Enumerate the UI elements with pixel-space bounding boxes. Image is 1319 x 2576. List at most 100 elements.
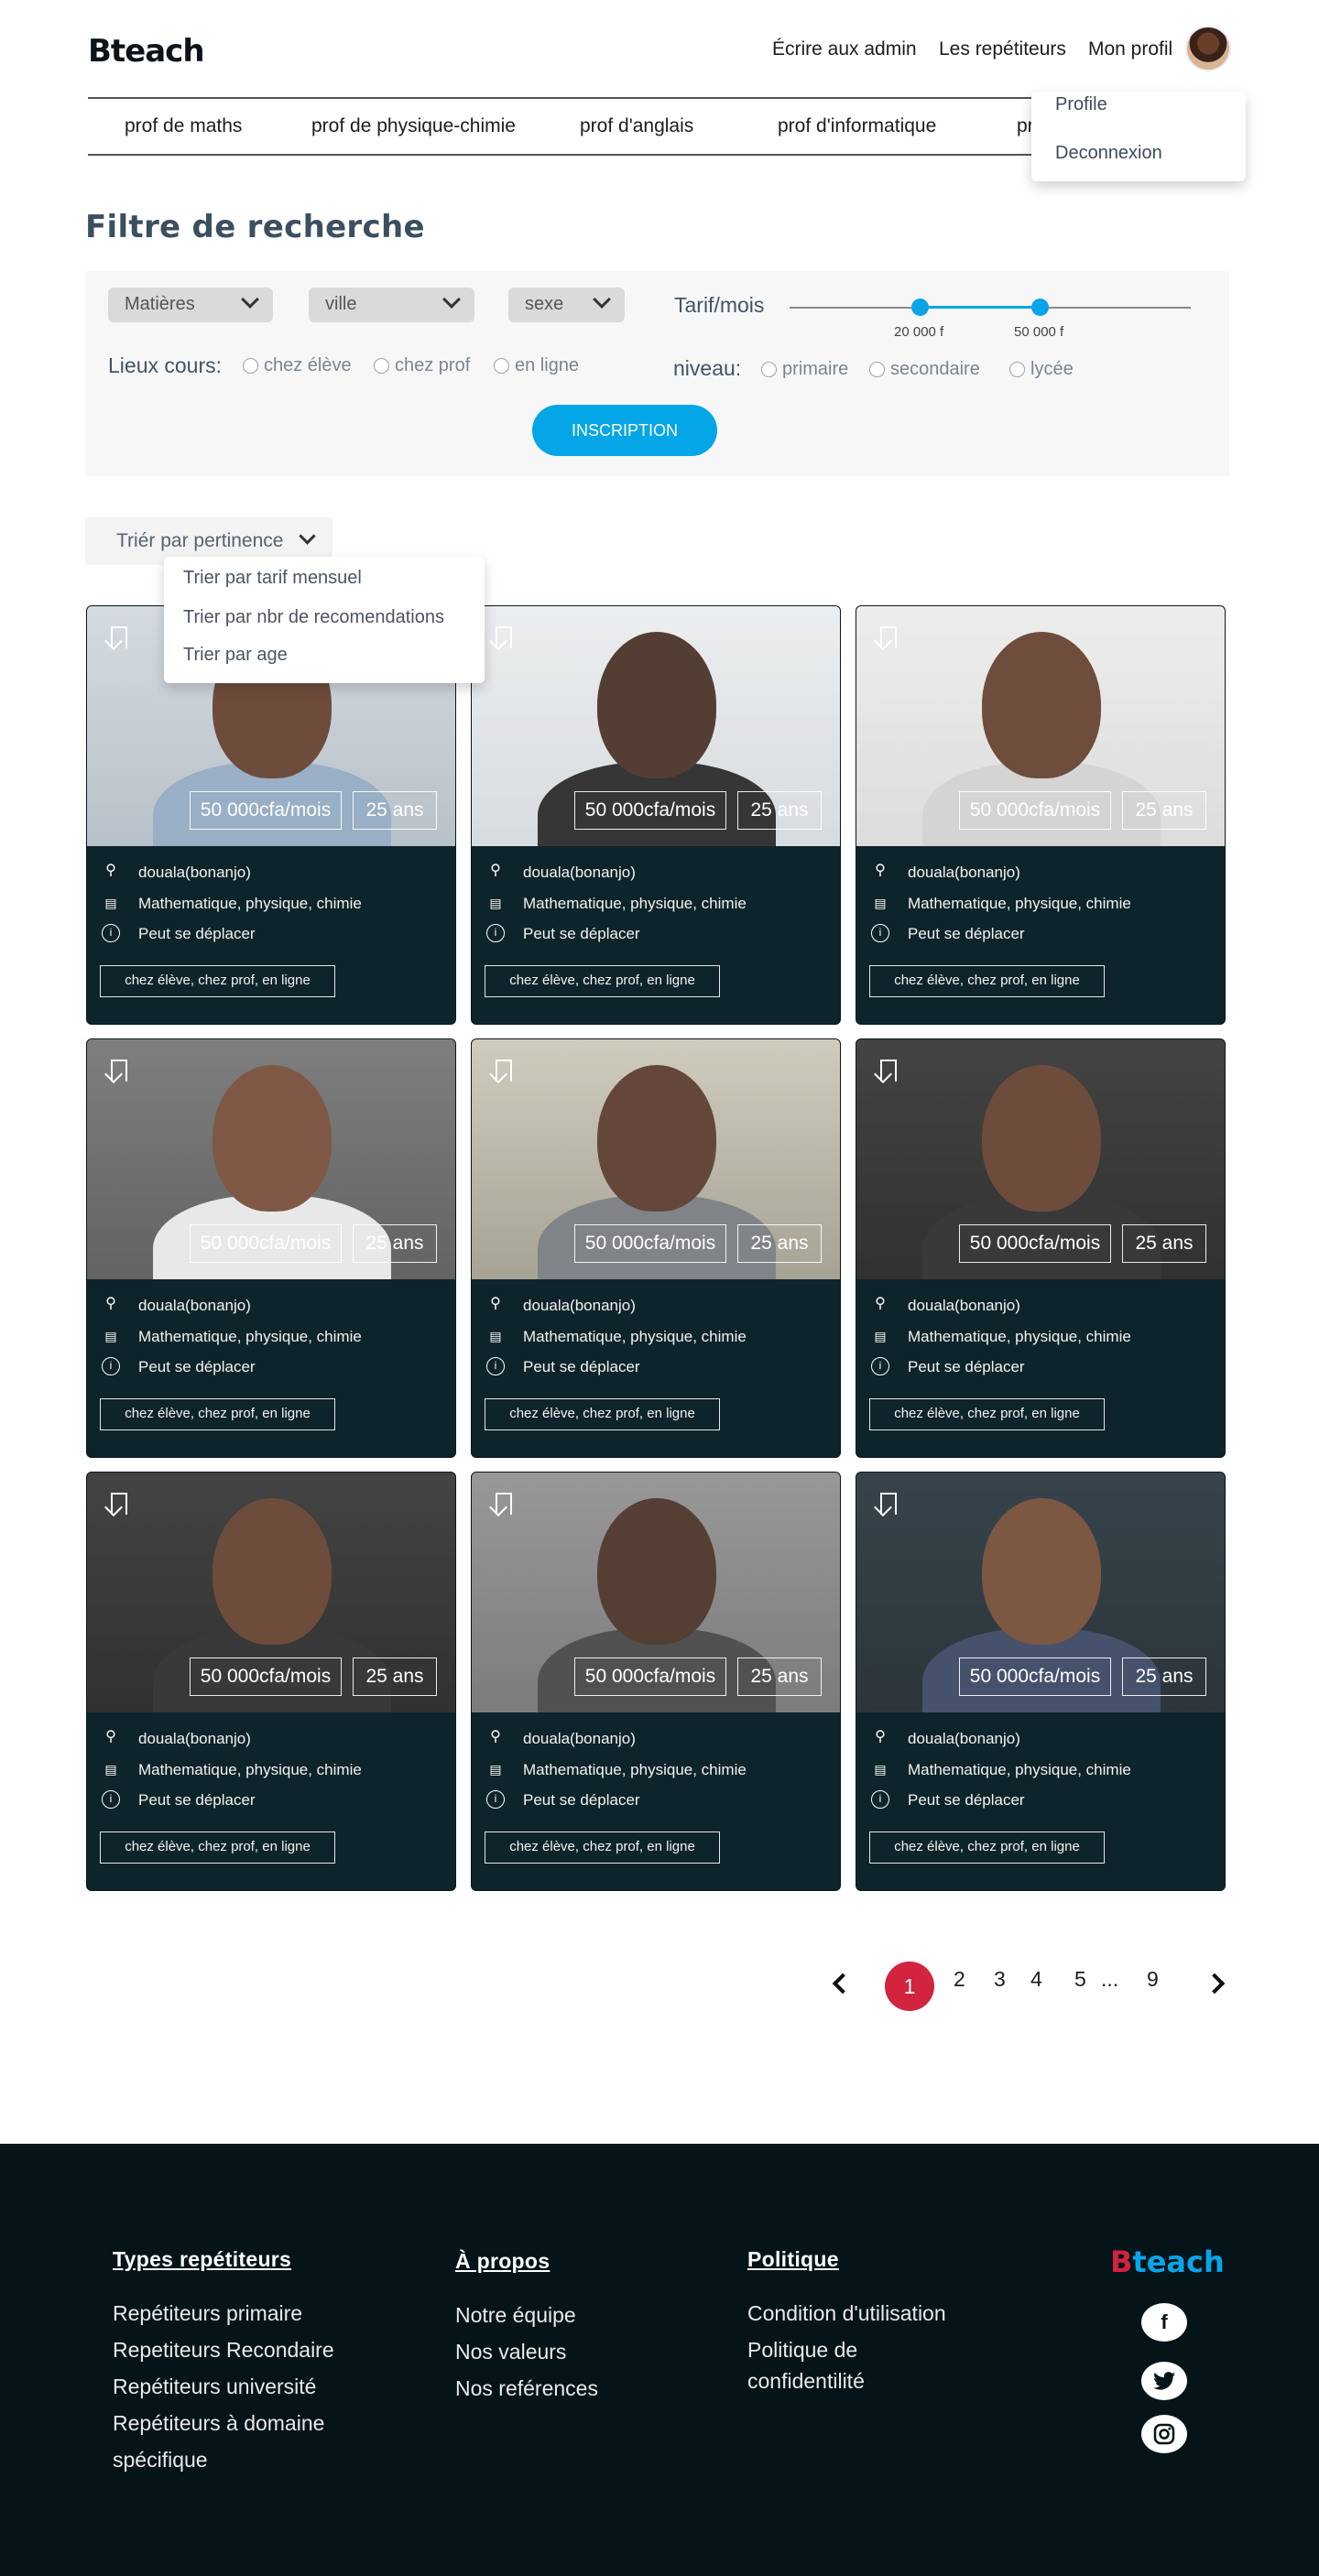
info-icon: i [102,1790,120,1809]
sort-menu: Trier par tarif mensuel Trier par nbr de… [164,557,485,683]
sort-option-tarif[interactable]: Trier par tarif mensuel [183,568,362,589]
bookmark-icon[interactable] [880,1493,897,1515]
tutor-mobility: Peut se déplacer [523,925,640,942]
sort-option-age[interactable]: Trier par age [183,645,288,666]
footer-link[interactable]: spécifique [113,2441,208,2478]
tutor-locations-badge[interactable]: chez élève, chez prof, en ligne [869,1831,1105,1864]
bookmark-icon[interactable] [496,1493,512,1515]
bookmark-icon[interactable] [496,1060,512,1081]
footer-link[interactable]: Condition d'utilisation [747,2295,946,2331]
menu-logout[interactable]: Deconnexion [1055,143,1162,164]
chevron-down-icon [593,290,611,309]
bookmark-icon[interactable] [880,626,897,648]
age-tag: 25 ans [353,791,437,830]
radio-secondaire[interactable]: secondaire [869,359,980,380]
age-tag: 25 ans [737,1658,822,1696]
nav-my-profile[interactable]: Mon profil [1088,38,1172,60]
page-5[interactable]: 5 [1074,1967,1086,1992]
footer-link[interactable]: Repetiteurs Recondaire [113,2331,334,2368]
info-icon: i [486,924,505,942]
tutor-locations-badge[interactable]: chez élève, chez prof, en ligne [100,1831,335,1864]
footer-link[interactable]: Repétiteurs à domaine [113,2405,324,2441]
radio-en-ligne[interactable]: en ligne [494,355,579,376]
page-3[interactable]: 3 [994,1967,1006,1992]
city-select[interactable]: ville [309,288,474,322]
page-2[interactable]: 2 [954,1967,965,1992]
sort-option-recommendations[interactable]: Trier par nbr de recomendations [183,607,444,628]
tutor-card[interactable]: 50 000cfa/mois 25 ans ⚲ douala(bonanjo) ▤ Mat… [856,1472,1226,1891]
tarif-min-value: 20 000 f [894,324,944,340]
bookmark-icon[interactable] [496,626,512,648]
footer-link[interactable]: Nos valeurs [455,2333,566,2370]
tutor-card[interactable]: 50 000cfa/mois 25 ans ⚲ douala(bonanjo) ▤ Mat… [856,605,1226,1025]
tutor-locations-badge[interactable]: chez élève, chez prof, en ligne [100,1398,335,1430]
info-icon: i [486,1790,505,1809]
avatar[interactable] [1185,26,1231,71]
tutor-locations-badge[interactable]: chez élève, chez prof, en ligne [485,965,720,997]
menu-profile[interactable]: Profile [1055,94,1107,115]
footer-link[interactable]: Notre équipe [455,2297,576,2333]
bookmark-icon[interactable] [111,1060,127,1081]
radio-lycee[interactable]: lycée [1009,359,1074,380]
location-pin-icon: ⚲ [490,1729,501,1745]
certificate-icon: ▤ [489,896,502,910]
logo[interactable]: Bteach [88,33,205,70]
bookmark-icon[interactable] [111,1493,127,1515]
price-tag: 50 000cfa/mois [959,1658,1111,1696]
bookmark-icon[interactable] [880,1060,897,1081]
gender-select[interactable]: sexe [508,288,625,322]
radio-primaire[interactable]: primaire [761,359,848,380]
tutor-subjects: Mathematique, physique, chimie [523,1328,747,1345]
tutor-card[interactable]: 50 000cfa/mois 25 ans ⚲ douala(bonanjo) ▤ Mat… [856,1038,1226,1458]
tutor-locations-badge[interactable]: chez élève, chez prof, en ligne [869,1398,1105,1430]
category-informatique[interactable]: prof d'informatique [778,115,936,137]
tutor-mobility: Peut se déplacer [523,1358,640,1375]
footer-link[interactable]: Nos reférences [455,2370,598,2407]
twitter-icon[interactable] [1141,2362,1187,2400]
bookmark-icon[interactable] [111,626,127,648]
radio-label: primaire [782,359,849,379]
tutor-locations-badge[interactable]: chez élève, chez prof, en ligne [869,965,1105,997]
radio-chez-prof[interactable]: chez prof [374,355,470,376]
tarif-slider-range [919,306,1040,309]
radio-label: chez prof [395,355,471,375]
nav-write-admin[interactable]: Écrire aux admin [772,38,917,60]
certificate-icon: ▤ [104,1762,117,1777]
footer-logo[interactable]: Bteach [1110,2244,1225,2279]
prev-page-icon[interactable] [832,1973,854,1994]
niveau-label: niveau: [673,356,742,380]
category-maths[interactable]: prof de maths [125,115,242,137]
category-anglais[interactable]: prof d'anglais [580,115,693,137]
page-4[interactable]: 4 [1030,1967,1042,1992]
footer-link[interactable]: Repétiteurs université [113,2368,316,2405]
tutor-locations-badge[interactable]: chez élève, chez prof, en ligne [485,1398,720,1430]
next-page-icon[interactable] [1204,1973,1226,1994]
nav-tutors[interactable]: Les repétiteurs [939,38,1066,60]
tutor-locations-badge[interactable]: chez élève, chez prof, en ligne [485,1831,720,1864]
subject-select[interactable]: Matières [108,288,273,322]
certificate-icon: ▤ [874,1762,887,1777]
facebook-icon[interactable]: f [1141,2303,1187,2342]
radio-chez-eleve[interactable]: chez élève [243,355,352,376]
category-physique-chimie[interactable]: prof de physique-chimie [311,115,516,137]
age-tag: 25 ans [353,1224,437,1263]
tutor-card[interactable]: 50 000cfa/mois 25 ans ⚲ douala(bonanjo) ▤ Mat… [471,605,841,1025]
tutor-card[interactable]: 50 000cfa/mois 25 ans ⚲ douala(bonanjo) ▤ Mat… [471,1472,841,1891]
tutor-card[interactable]: 50 000cfa/mois 25 ans ⚲ douala(bonanjo) ▤ Mat… [86,1038,456,1458]
footer-about-title: À propos [455,2249,550,2273]
tutor-city: douala(bonanjo) [138,1297,251,1314]
tutor-locations-badge[interactable]: chez élève, chez prof, en ligne [100,965,335,997]
page-1[interactable]: 1 [885,1962,934,2011]
tutor-card[interactable]: 50 000cfa/mois 25 ans ⚲ douala(bonanjo) ▤ Mat… [471,1038,841,1458]
instagram-icon[interactable] [1141,2415,1187,2453]
tutor-card[interactable]: 50 000cfa/mois 25 ans ⚲ douala(bonanjo) ▤ Mat… [86,1472,456,1891]
tarif-slider-max-handle[interactable] [1031,299,1049,316]
tutor-city: douala(bonanjo) [523,1297,636,1314]
footer-link[interactable]: confidentilité [747,2363,865,2399]
page-9[interactable]: 9 [1147,1967,1159,1992]
price-tag: 50 000cfa/mois [574,791,726,830]
tutor-subjects: Mathematique, physique, chimie [523,895,747,912]
tarif-slider-min-handle[interactable] [911,299,929,316]
footer-link[interactable]: Repétiteurs primaire [113,2295,302,2331]
inscription-button[interactable]: INSCRIPTION [532,405,717,456]
